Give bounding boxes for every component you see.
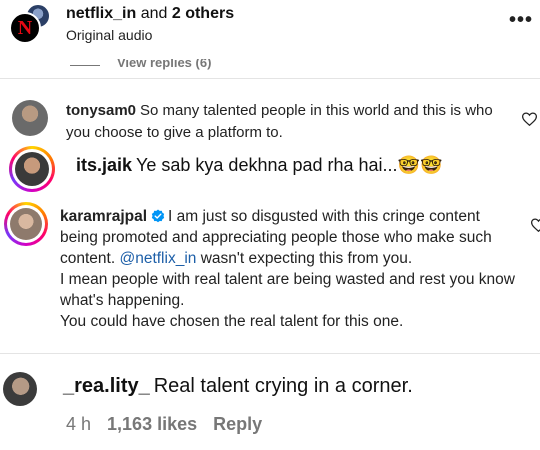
comment-meta: 4 h 1,163 likes Reply <box>66 414 278 435</box>
reel-header: N netflix_in and 2 others Original audio… <box>0 0 540 58</box>
others-link[interactable]: 2 others <box>172 5 234 22</box>
audio-label[interactable]: Original audio <box>66 27 152 43</box>
comment-username[interactable]: karamrajpal <box>60 208 147 225</box>
comment-body: karamrajpal I am just so disgusted with t… <box>60 206 522 332</box>
reel-authors[interactable]: netflix_in and 2 others <box>66 5 234 23</box>
comment-text: Ye sab kya dekhna pad rha hai...🤓🤓 <box>136 155 443 175</box>
comment-text: Real talent crying in a corner. <box>153 375 413 397</box>
likes-count[interactable]: 1,163 likes <box>107 414 197 434</box>
story-avatar[interactable] <box>4 202 48 246</box>
heart-icon[interactable] <box>522 112 537 126</box>
reply-button[interactable]: Reply <box>213 414 262 434</box>
netflix-logo: N <box>17 17 33 39</box>
mention-link[interactable]: @netflix_in <box>119 250 196 267</box>
view-replies-label: View replies (6) <box>117 59 212 70</box>
comment-text: wasn't expecting this from you. <box>200 250 413 267</box>
comment-body: its.jaik Ye sab kya dekhna pad rha hai...… <box>76 154 442 176</box>
more-icon[interactable]: ••• <box>509 10 533 30</box>
comment-time: 4 h <box>66 414 92 434</box>
comment-text: I mean people with real talent are being… <box>60 271 515 309</box>
avatar[interactable] <box>12 100 48 136</box>
replies-line <box>70 65 100 66</box>
divider <box>0 353 540 354</box>
comment-text: You could have chosen the real talent fo… <box>60 313 404 330</box>
comment-username[interactable]: its.jaik <box>76 155 132 175</box>
account-name[interactable]: netflix_in <box>66 5 136 22</box>
comment-body: tonysam0 So many talented people in this … <box>66 100 506 144</box>
comment-username[interactable]: _rea.lity_ <box>63 375 150 397</box>
netflix-avatar: N <box>9 12 41 44</box>
view-replies-button[interactable]: View replies (6) <box>70 59 270 73</box>
avatar[interactable] <box>3 372 37 406</box>
comment-username[interactable]: tonysam0 <box>66 102 136 119</box>
verified-badge-icon <box>151 209 165 223</box>
avatar-stack[interactable]: N <box>9 3 53 47</box>
authors-connector: and <box>140 5 168 22</box>
comment-body: _rea.lity_ Real talent crying in a corner… <box>63 374 413 398</box>
divider <box>0 78 540 79</box>
heart-icon[interactable] <box>531 218 540 232</box>
story-avatar[interactable] <box>9 146 55 192</box>
